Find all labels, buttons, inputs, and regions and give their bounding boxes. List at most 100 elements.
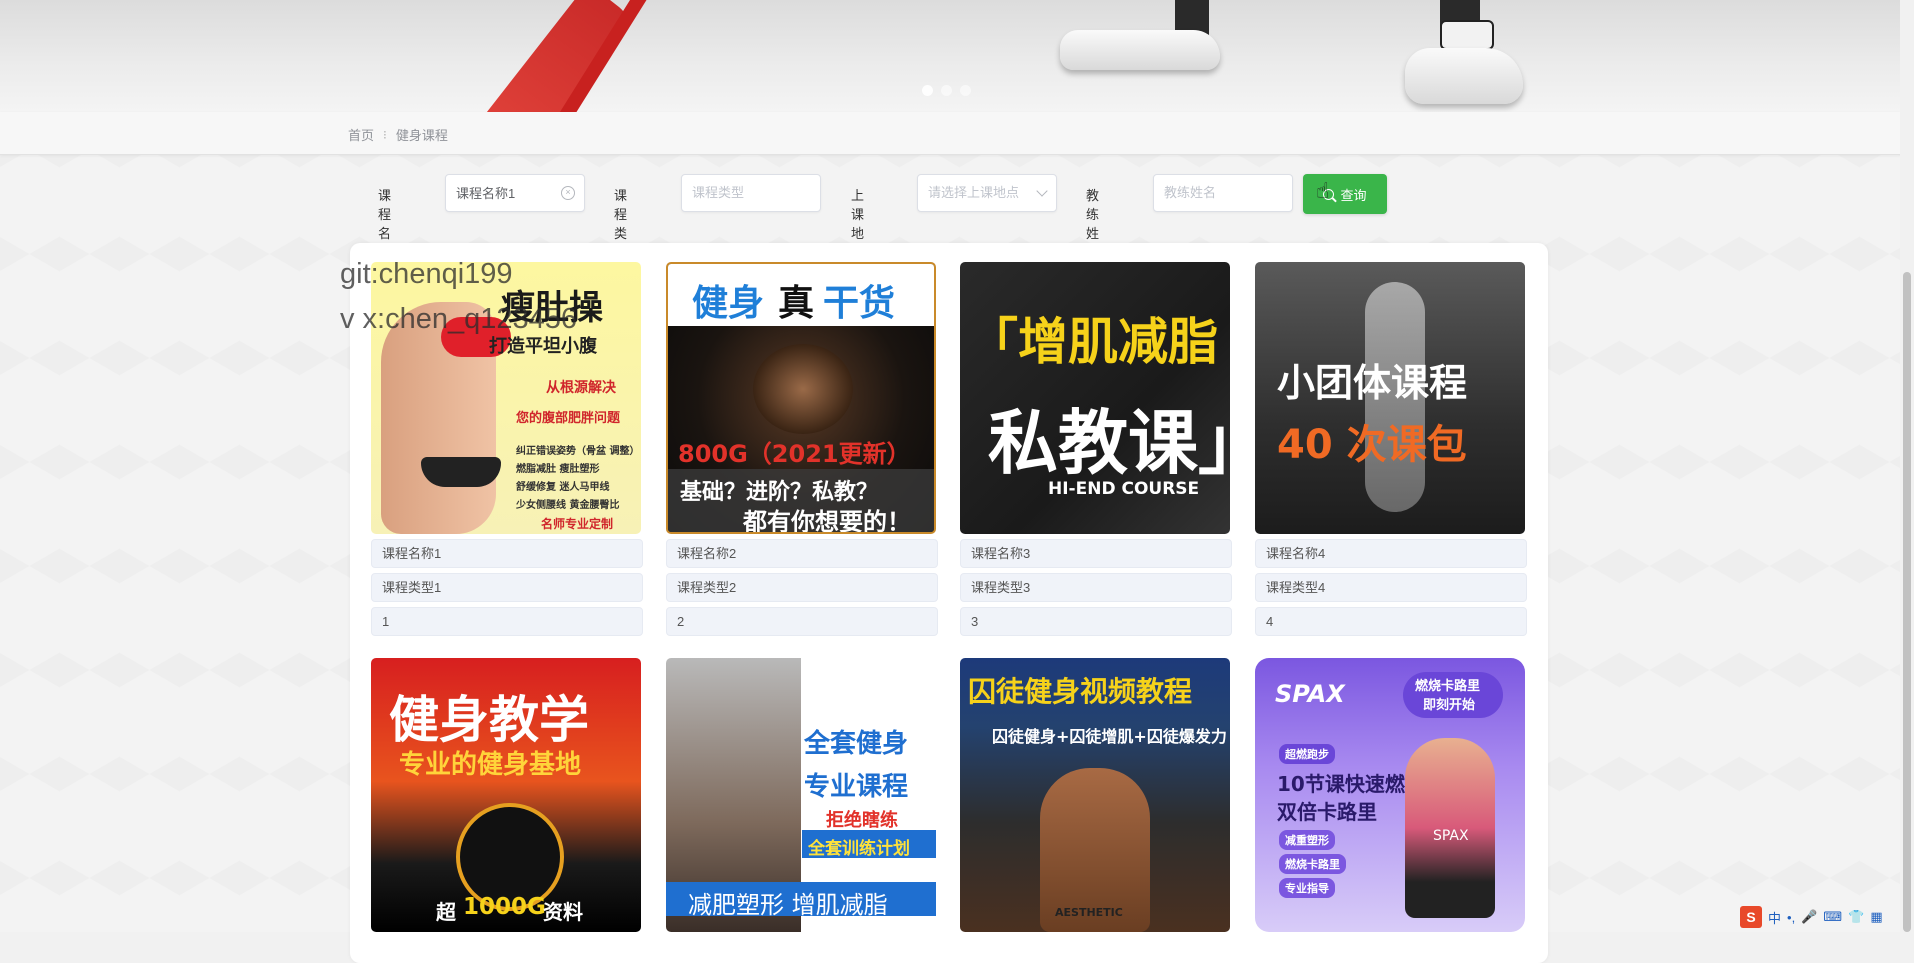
breadcrumb-home[interactable]: 首页: [348, 125, 374, 144]
breadcrumb: 首页 ⁝ 健身课程: [348, 125, 448, 144]
carousel-dot-1[interactable]: [922, 85, 933, 96]
poster-text: 燃烧卡路里: [1415, 679, 1481, 694]
course-type-input[interactable]: [692, 175, 810, 210]
poster-text: 少女侧腰线 黄金腰臀比: [516, 500, 620, 511]
course-value: 1: [371, 607, 643, 636]
poster-text: 即刻开始: [1423, 698, 1476, 713]
breadcrumb-current: 健身课程: [395, 128, 448, 143]
course-value: 2: [666, 607, 938, 636]
poster-title: 全套健身: [804, 729, 909, 759]
breadcrumb-bar: 首页 ⁝ 健身课程: [0, 112, 1900, 155]
course-type: 课程类型2: [666, 573, 938, 602]
poster-text: 专业的健身基地: [399, 750, 582, 780]
ime-language[interactable]: 中: [1768, 908, 1781, 927]
poster-text: 从根源解决: [546, 380, 616, 396]
poster-text: 专业指导: [1279, 878, 1335, 898]
poster-title: 私教课」: [988, 402, 1230, 484]
athlete-shoe-left: [1060, 30, 1220, 70]
poster-title: 10节课快速燃烧: [1277, 772, 1425, 796]
poster-title: 40 次课包: [1277, 422, 1467, 468]
course-card[interactable]: 小团体课程 40 次课包 课程名称4 课程类型4 4: [1255, 262, 1527, 636]
poster-title: 囚徒健身视频教程: [968, 675, 1193, 708]
carousel-dot-2[interactable]: [941, 85, 952, 96]
poster-title: 「增肌减脂: [968, 313, 1218, 371]
course-card[interactable]: 健身教学 专业的健身基地 超 1000G 资料: [371, 658, 643, 932]
poster-text: 燃烧卡路里: [1279, 854, 1346, 874]
poster-text: 资料: [543, 900, 583, 924]
carousel-dot-3[interactable]: [960, 85, 971, 96]
poster-text: 减重塑形: [1279, 830, 1335, 850]
ime-toolbar[interactable]: S 中 •, 🎤 ⌨ 👕 ▦: [1740, 906, 1883, 928]
course-name: 课程名称3: [960, 539, 1232, 568]
course-card[interactable]: 「增肌减脂 私教课」 HI-END COURSE 课程名称3 课程类型3 3: [960, 262, 1232, 636]
poster-text: 都有你想要的！: [743, 508, 911, 534]
course-value: 4: [1255, 607, 1527, 636]
course-poster-image[interactable]: 健身教学 专业的健身基地 超 1000G 资料: [371, 658, 641, 932]
location-input[interactable]: [928, 175, 1046, 210]
course-poster-image[interactable]: SPAX 燃烧卡路里 即刻开始 超燃跑步 10节课快速燃烧 双倍卡路里 减重塑形…: [1255, 658, 1525, 932]
course-type: 课程类型3: [960, 573, 1232, 602]
poster-text: HI-END COURSE: [1048, 479, 1200, 499]
poster-text: 拒绝瞎练: [826, 810, 898, 831]
poster-shorts: [421, 457, 501, 487]
poster-title: 双倍卡路里: [1277, 800, 1377, 824]
watermark-line2: v x:chen_q123456: [340, 303, 578, 335]
poster-title: 干货: [823, 283, 896, 324]
course-value: 3: [960, 607, 1232, 636]
query-button-label: 查询: [1340, 187, 1367, 203]
course-name-field[interactable]: ×: [445, 174, 585, 212]
poster-text: 1000G: [463, 894, 546, 920]
course-card[interactable]: 全套健身 专业课程 拒绝瞎练 全套训练计划 减肥塑形 增肌减脂: [666, 658, 938, 932]
course-type: 课程类型1: [371, 573, 643, 602]
ime-keyboard-icon[interactable]: ⌨: [1823, 909, 1842, 925]
hero-banner: [0, 0, 1900, 112]
breadcrumb-separator: ⁝: [383, 127, 387, 142]
course-poster-image[interactable]: 健身 真 干货 800G（2021更新） 基础？进阶？私教？ 都有你想要的！: [666, 262, 936, 534]
coach-name-input[interactable]: [1164, 175, 1282, 210]
poster-text: SPAX: [1433, 828, 1469, 844]
ime-logo-icon[interactable]: S: [1740, 906, 1762, 928]
ime-mic-icon[interactable]: 🎤: [1801, 909, 1817, 925]
course-poster-image[interactable]: 囚徒健身视频教程 囚徒健身+囚徒增肌+囚徒爆发力 AESTHETIC: [960, 658, 1230, 932]
course-poster-image[interactable]: 「增肌减脂 私教课」 HI-END COURSE: [960, 262, 1230, 534]
poster-brand: SPAX: [1275, 680, 1345, 708]
poster-title: 健身: [692, 283, 765, 324]
course-card[interactable]: 囚徒健身视频教程 囚徒健身+囚徒增肌+囚徒爆发力 AESTHETIC: [960, 658, 1232, 932]
poster-text: 超燃跑步: [1279, 744, 1335, 764]
course-name: 课程名称1: [371, 539, 643, 568]
poster-text: 名师专业定制: [541, 517, 614, 531]
ime-punctuation-icon[interactable]: •,: [1787, 910, 1795, 925]
clear-icon[interactable]: ×: [561, 186, 575, 200]
poster-title: 小团体课程: [1277, 361, 1468, 405]
hand-cursor-icon: ☝: [1316, 178, 1330, 203]
poster-title: 专业课程: [804, 772, 909, 802]
poster-text: 纠正错误姿势（骨盆 调整）: [516, 446, 640, 457]
poster-text: 燃脂减肚 瘦肚塑形: [516, 464, 600, 475]
page-scrollbar-thumb[interactable]: [1903, 272, 1911, 932]
poster-title: 真: [778, 283, 815, 324]
poster-text: 减肥塑形 增肌减脂: [688, 891, 888, 919]
location-select[interactable]: [917, 174, 1057, 212]
ime-skin-icon[interactable]: 👕: [1848, 909, 1864, 925]
ime-toolbox-icon[interactable]: ▦: [1870, 909, 1882, 925]
course-card[interactable]: SPAX 燃烧卡路里 即刻开始 超燃跑步 10节课快速燃烧 双倍卡路里 减重塑形…: [1255, 658, 1527, 932]
poster-title: 健身教学: [389, 691, 589, 749]
athlete-shoe-right: [1405, 48, 1523, 104]
watermark-line1: git:chenqi199: [340, 258, 513, 290]
course-poster-image[interactable]: 全套健身 专业课程 拒绝瞎练 全套训练计划 减肥塑形 增肌减脂: [666, 658, 936, 932]
coach-name-field[interactable]: [1153, 174, 1293, 212]
course-type: 课程类型4: [1255, 573, 1527, 602]
course-name-input[interactable]: [456, 175, 574, 209]
course-name: 课程名称4: [1255, 539, 1527, 568]
poster-text: 您的腹部肥胖问题: [516, 411, 621, 426]
poster-text: 全套训练计划: [808, 839, 910, 859]
carousel-indicators[interactable]: [922, 85, 971, 96]
poster-text: AESTHETIC: [1055, 906, 1123, 919]
poster-figure: [753, 344, 853, 434]
poster-text: 超: [436, 900, 456, 924]
course-name: 课程名称2: [666, 539, 938, 568]
course-type-field[interactable]: [681, 174, 821, 212]
athlete-sock-right: [1440, 20, 1494, 50]
course-poster-image[interactable]: 小团体课程 40 次课包: [1255, 262, 1525, 534]
course-card[interactable]: 健身 真 干货 800G（2021更新） 基础？进阶？私教？ 都有你想要的！ 课…: [666, 262, 938, 636]
